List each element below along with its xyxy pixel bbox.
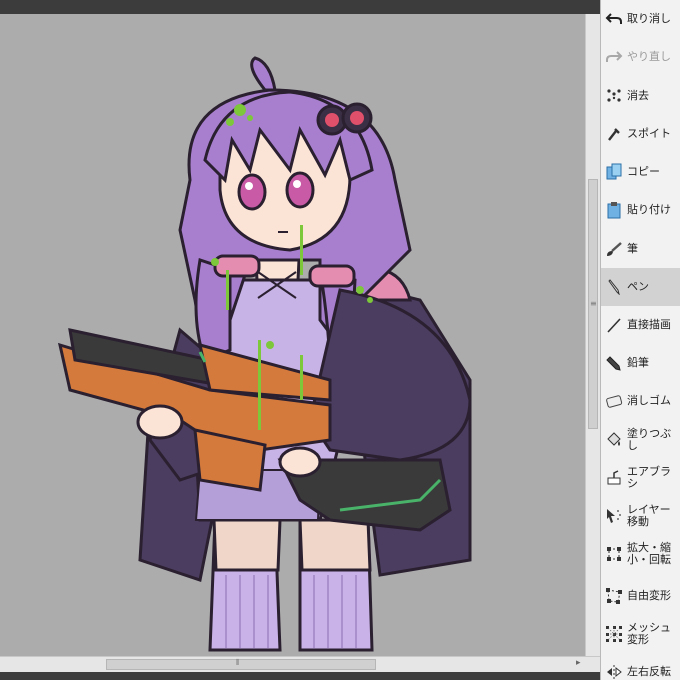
scroll-grip-icon: ≡ (590, 299, 597, 308)
undo-icon (603, 8, 625, 30)
bottom-bar (0, 672, 600, 680)
brush-icon (603, 238, 625, 260)
fill-bucket-icon (603, 429, 625, 451)
mesh-transform-icon (603, 623, 625, 645)
canvas-top-bar (0, 0, 600, 14)
redo-icon (603, 46, 625, 68)
flip-horizontal-icon (603, 661, 625, 680)
tool-scale-rotate[interactable]: 拡大・縮小・回転 (601, 535, 680, 573)
clear-icon (603, 85, 625, 107)
eyedropper-icon (603, 123, 625, 145)
scale-rotate-icon (603, 543, 625, 565)
horizontal-scrollbar[interactable]: ⦀ ▸ (0, 656, 600, 672)
illustration (57, 56, 472, 652)
airbrush-icon (603, 467, 625, 489)
tool-pencil[interactable]: 鉛筆 (601, 344, 680, 382)
tool-undo[interactable]: 取り消し (601, 0, 680, 38)
tool-free-transform[interactable]: 自由変形 (601, 577, 680, 615)
tool-flip-horizontal[interactable]: 左右反転 (601, 653, 680, 680)
eraser-icon (603, 390, 625, 412)
horizontal-scroll-thumb[interactable] (106, 659, 376, 670)
paste-icon (603, 199, 625, 221)
tool-redo[interactable]: やり直し (601, 38, 680, 76)
free-transform-icon (603, 585, 625, 607)
tool-eyedropper[interactable]: スポイト (601, 115, 680, 153)
tool-panel: 取り消し やり直し 消去 スポイト コピー 貼り付け 筆 ペン 直接描画 鉛筆 … (600, 0, 680, 680)
tool-airbrush[interactable]: エアブラシ (601, 459, 680, 497)
tool-pen[interactable]: ペン (601, 268, 680, 306)
drawing-canvas[interactable] (0, 14, 585, 656)
pencil-icon (603, 352, 625, 374)
tool-copy[interactable]: コピー (601, 153, 680, 191)
tool-move-layer[interactable]: レイヤー移動 (601, 497, 680, 535)
vertical-scrollbar[interactable]: ≡ (585, 14, 600, 656)
scroll-right-arrow-icon[interactable]: ▸ (576, 658, 581, 668)
tool-eraser[interactable]: 消しゴム (601, 382, 680, 420)
tool-fill[interactable]: 塗りつぶし (601, 421, 680, 459)
tool-paste[interactable]: 貼り付け (601, 191, 680, 229)
tool-brush[interactable]: 筆 (601, 230, 680, 268)
tool-direct-draw[interactable]: 直接描画 (601, 306, 680, 344)
move-layer-icon (603, 505, 625, 527)
tool-mesh-transform[interactable]: メッシュ変形 (601, 615, 680, 653)
scroll-grip-icon: ⦀ (236, 658, 240, 667)
tool-clear[interactable]: 消去 (601, 77, 680, 115)
direct-draw-icon (603, 314, 625, 336)
copy-icon (603, 161, 625, 183)
pen-icon (603, 276, 625, 298)
